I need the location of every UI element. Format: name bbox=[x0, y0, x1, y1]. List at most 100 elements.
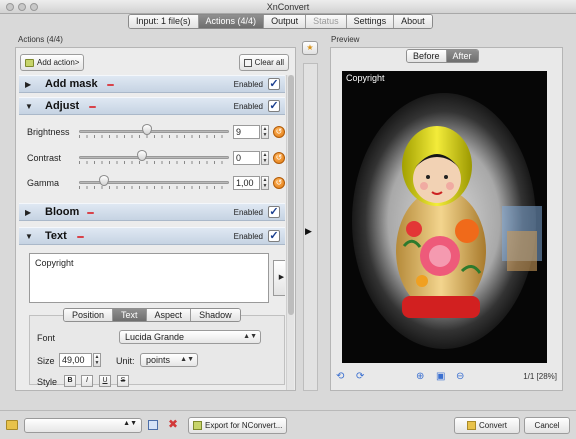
tab-about[interactable]: About bbox=[394, 15, 432, 28]
italic-button[interactable]: I bbox=[81, 375, 93, 387]
unit-select[interactable]: points ▲▼ bbox=[140, 353, 198, 367]
contrast-slider-knob[interactable] bbox=[137, 150, 147, 161]
subtab-position[interactable]: Position bbox=[64, 309, 114, 321]
chevron-down-icon: ▲▼ bbox=[243, 333, 257, 340]
tab-status: Status bbox=[306, 15, 347, 28]
action-header-adjust[interactable]: ▼ Adjust Enabled ✓ bbox=[19, 97, 285, 115]
zoom-in-icon[interactable]: ⊕ bbox=[416, 371, 424, 382]
gamma-input[interactable]: 1,00 bbox=[233, 176, 260, 190]
export-icon bbox=[193, 421, 202, 430]
bold-button[interactable]: B bbox=[64, 375, 76, 387]
expand-triangle-icon[interactable]: ▶ bbox=[25, 209, 31, 217]
enabled-label: Enabled bbox=[233, 80, 263, 89]
remove-action-icon[interactable] bbox=[89, 106, 96, 108]
delete-preset-icon[interactable]: ✖ bbox=[168, 417, 178, 431]
actions-scroll-thumb[interactable] bbox=[288, 75, 294, 315]
text-variables-button[interactable]: ▶ bbox=[273, 260, 285, 296]
brightness-slider-knob[interactable] bbox=[142, 124, 152, 135]
rotate-right-icon[interactable]: ⟳ bbox=[356, 371, 364, 382]
actions-scrollbar[interactable] bbox=[286, 75, 294, 390]
brightness-ticks bbox=[79, 135, 229, 138]
add-action-label: Add action> bbox=[37, 58, 80, 67]
zoom-window-icon[interactable] bbox=[30, 3, 38, 11]
size-stepper[interactable]: ▲ ▼ bbox=[93, 353, 101, 367]
page-zoom-indicator: 1/1 [28%] bbox=[523, 372, 557, 381]
clear-all-label: Clear all bbox=[254, 58, 284, 67]
actions-header: Actions (4/4) bbox=[18, 35, 63, 44]
preset-select[interactable]: ▲▼ bbox=[24, 418, 142, 433]
clear-all-icon bbox=[243, 58, 252, 67]
action-header-add-mask[interactable]: ▶ Add mask Enabled ✓ bbox=[19, 75, 285, 93]
brightness-input[interactable]: 9 bbox=[233, 125, 260, 139]
enabled-checkbox[interactable]: ✓ bbox=[268, 100, 280, 112]
folder-icon[interactable] bbox=[6, 420, 18, 430]
brightness-slider-track[interactable] bbox=[79, 130, 229, 133]
chevron-down-icon: ▲▼ bbox=[123, 420, 137, 427]
add-action-icon bbox=[25, 58, 34, 67]
rotate-left-icon[interactable]: ⟲ bbox=[336, 371, 344, 382]
export-label: Export for NConvert... bbox=[205, 421, 283, 430]
gamma-reset-icon[interactable]: ↺ bbox=[273, 177, 285, 189]
contrast-stepper[interactable]: ▲ ▼ bbox=[261, 151, 269, 165]
remove-action-icon[interactable] bbox=[77, 236, 84, 238]
enabled-checkbox[interactable]: ✓ bbox=[268, 78, 280, 90]
toggle-preview-icon[interactable]: ▶ bbox=[305, 226, 312, 237]
text-content-input[interactable]: Copyright bbox=[29, 253, 269, 303]
enabled-checkbox[interactable]: ✓ bbox=[268, 230, 280, 242]
font-label: Font bbox=[37, 333, 56, 343]
contrast-input[interactable]: 0 bbox=[233, 151, 260, 165]
font-select[interactable]: Lucida Grande ▲▼ bbox=[119, 330, 261, 344]
gamma-stepper[interactable]: ▲ ▼ bbox=[261, 176, 269, 190]
size-input[interactable]: 49,00 bbox=[59, 353, 92, 367]
add-action-button[interactable]: Add action> bbox=[20, 54, 85, 71]
tab-settings[interactable]: Settings bbox=[346, 15, 395, 28]
zoom-out-icon[interactable]: ⊖ bbox=[456, 371, 464, 382]
title-bar: XnConvert bbox=[0, 0, 576, 14]
favorites-icon[interactable]: ★ bbox=[302, 41, 318, 55]
brightness-reset-icon[interactable]: ↺ bbox=[273, 126, 285, 138]
subtab-shadow[interactable]: Shadow bbox=[191, 309, 240, 321]
cancel-button[interactable]: Cancel bbox=[524, 417, 570, 434]
action-header-bloom[interactable]: ▶ Bloom Enabled ✓ bbox=[19, 203, 285, 221]
save-preset-icon[interactable] bbox=[148, 420, 158, 430]
window-title: XnConvert bbox=[266, 2, 310, 12]
export-nconvert-button[interactable]: Export for NConvert... bbox=[188, 417, 288, 434]
style-label: Style bbox=[37, 377, 58, 387]
collapse-triangle-icon[interactable]: ▼ bbox=[25, 233, 33, 241]
contrast-slider-track[interactable] bbox=[79, 156, 229, 159]
enabled-label: Enabled bbox=[233, 208, 263, 217]
text-subtabs: Position Text Aspect Shadow bbox=[63, 308, 241, 322]
collapse-triangle-icon[interactable]: ▼ bbox=[25, 103, 33, 111]
action-header-text[interactable]: ▼ Text Enabled ✓ bbox=[19, 227, 285, 245]
before-tab[interactable]: Before bbox=[407, 50, 447, 62]
clear-all-button[interactable]: Clear all bbox=[238, 54, 289, 71]
gamma-slider-knob[interactable] bbox=[99, 175, 109, 186]
brightness-stepper[interactable]: ▲ ▼ bbox=[261, 125, 269, 139]
preview-caption: Copyright bbox=[346, 73, 385, 83]
action-title: Text bbox=[45, 230, 67, 242]
expand-triangle-icon[interactable]: ▶ bbox=[25, 81, 31, 89]
contrast-reset-icon[interactable]: ↺ bbox=[273, 152, 285, 164]
tab-input[interactable]: Input: 1 file(s) bbox=[129, 15, 199, 28]
enabled-checkbox[interactable]: ✓ bbox=[268, 206, 280, 218]
tab-output[interactable]: Output bbox=[264, 15, 307, 28]
preview-image: Copyright bbox=[342, 71, 547, 363]
unit-select-value: points bbox=[146, 355, 171, 365]
fit-window-icon[interactable]: ▣ bbox=[436, 371, 445, 382]
unit-label: Unit: bbox=[116, 356, 135, 366]
minimize-window-icon[interactable] bbox=[18, 3, 26, 11]
subtab-aspect[interactable]: Aspect bbox=[146, 309, 192, 321]
close-window-icon[interactable] bbox=[6, 3, 14, 11]
subtab-text[interactable]: Text bbox=[113, 309, 147, 321]
contrast-label: Contrast bbox=[27, 153, 62, 163]
underline-button[interactable]: U bbox=[99, 375, 111, 387]
remove-action-icon[interactable] bbox=[107, 84, 114, 86]
gamma-label: Gamma bbox=[27, 178, 60, 188]
strikethrough-button[interactable]: S bbox=[117, 375, 129, 387]
convert-label: Convert bbox=[478, 421, 507, 430]
convert-button[interactable]: Convert bbox=[454, 417, 520, 434]
after-tab[interactable]: After bbox=[446, 50, 478, 62]
preview-toolbar: ⟲ ⟳ ⊕ ▣ ⊖ 1/1 [28%] bbox=[332, 369, 561, 385]
remove-action-icon[interactable] bbox=[87, 212, 94, 214]
tab-actions[interactable]: Actions (4/4) bbox=[198, 15, 265, 28]
